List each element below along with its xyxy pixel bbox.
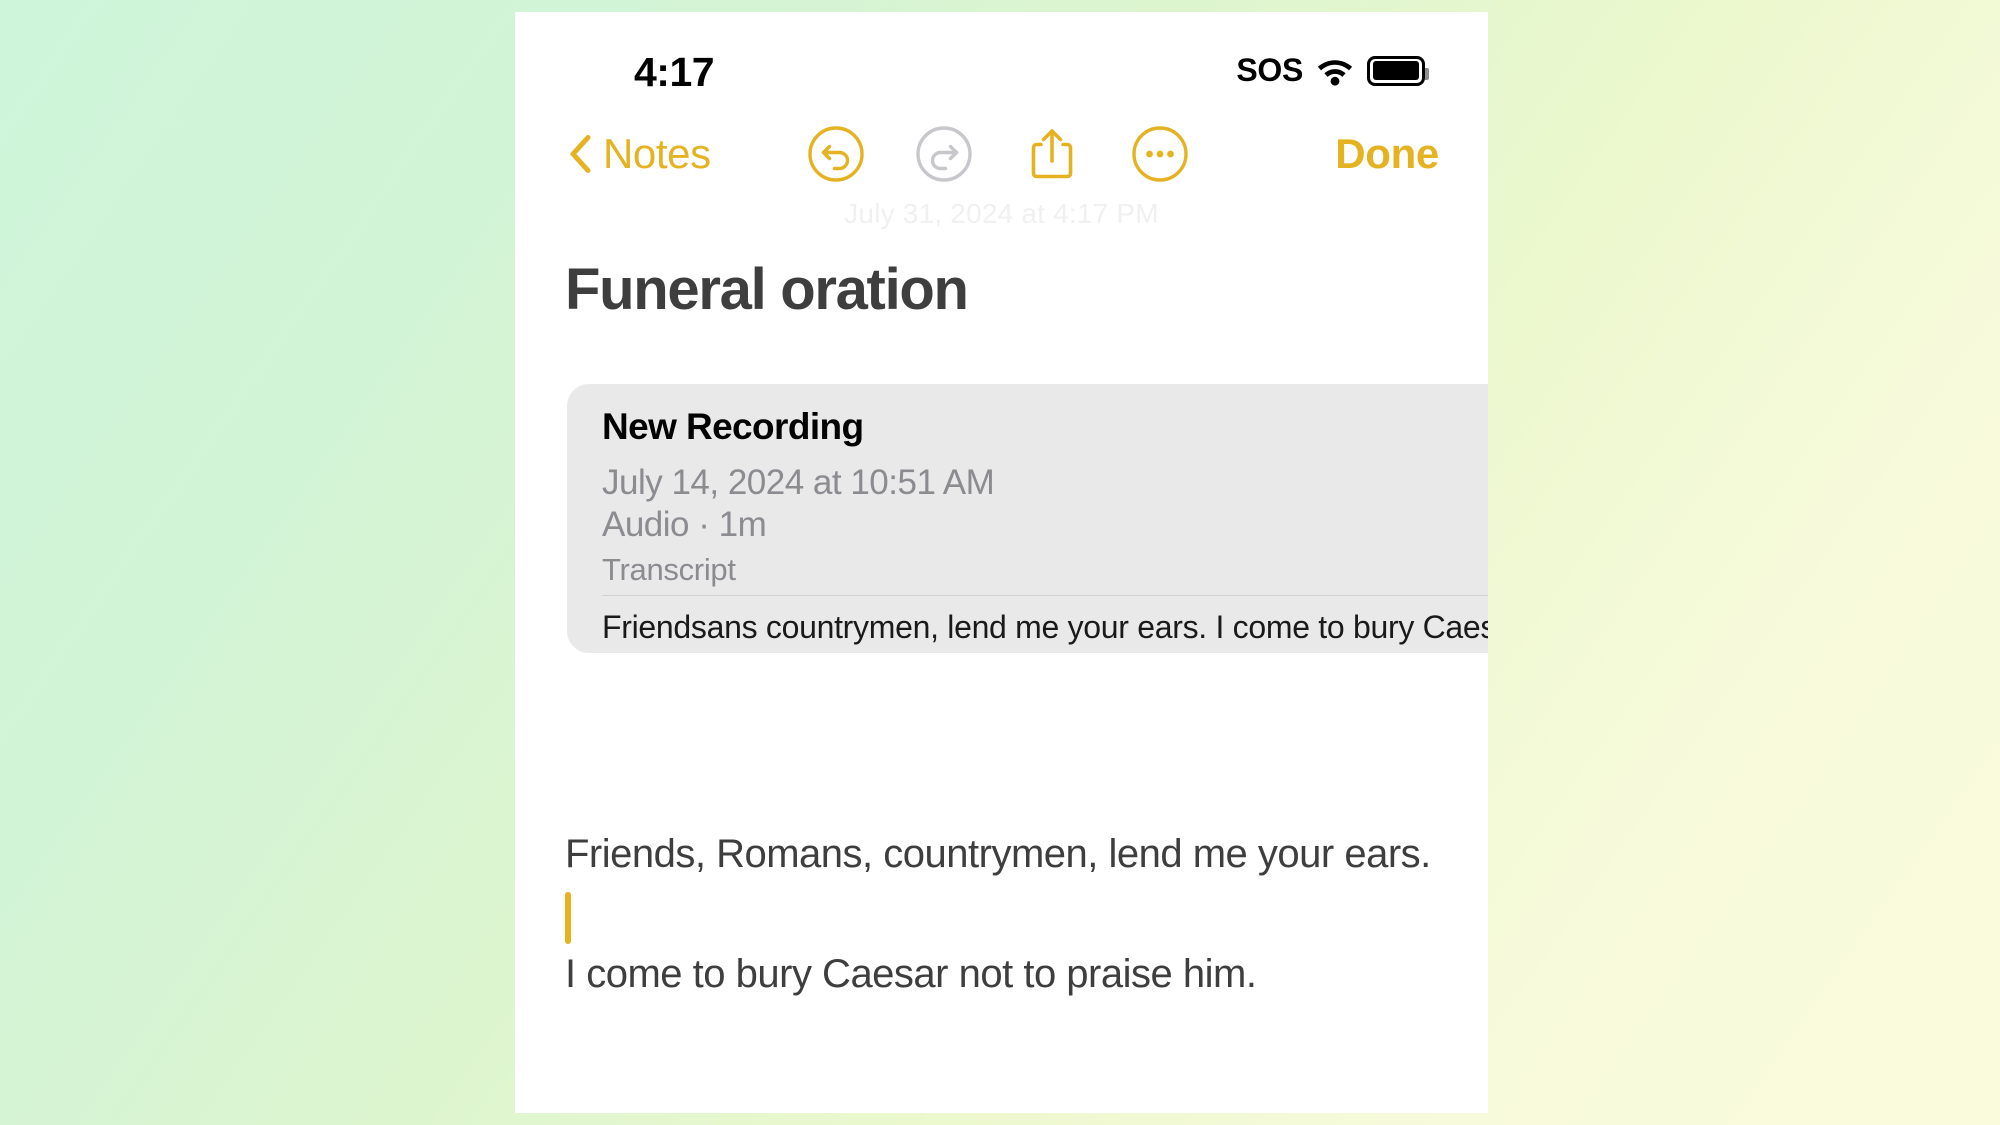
phone-screen: 4:17 SOS July 31, 2024 at 4:17 PM Notes … (515, 12, 1488, 1113)
note-ghost-date: July 31, 2024 at 4:17 PM (844, 198, 1159, 229)
recording-date: July 14, 2024 at 10:51 AM (602, 463, 995, 502)
recording-meta: Audio · 1m (602, 505, 767, 544)
note-title[interactable]: Funeral oration (565, 256, 969, 323)
wifi-icon (1316, 56, 1354, 86)
recording-title: New Recording (602, 406, 864, 447)
battery-icon (1367, 55, 1429, 86)
status-bar-time: 4:17 (634, 49, 715, 95)
navigation-bar: Notes Done (515, 110, 1488, 198)
chevron-left-icon (567, 134, 593, 174)
note-paragraph-1: Friends, Romans, countrymen, lend me you… (565, 832, 1431, 876)
note-body[interactable]: Friends, Romans, countrymen, lend me you… (565, 824, 1445, 1004)
undo-icon[interactable] (807, 125, 865, 183)
ellipsis-circle-icon[interactable] (1131, 125, 1189, 183)
back-button-label: Notes (603, 130, 711, 177)
battery-fill (1373, 61, 1419, 80)
share-icon[interactable] (1023, 125, 1081, 183)
status-bar: 4:17 SOS (515, 12, 1488, 110)
done-button[interactable]: Done (1335, 130, 1439, 178)
back-to-notes-button[interactable]: Notes (567, 130, 711, 178)
transcript-divider (602, 595, 1488, 596)
recording-card[interactable]: New Recording July 14, 2024 at 10:51 AM … (567, 384, 1488, 653)
sos-label: SOS (1236, 52, 1303, 88)
text-cursor (565, 892, 571, 944)
status-bar-indicators: SOS (1236, 52, 1429, 89)
note-paragraph-2: I come to bury Caesar not to praise him. (565, 952, 1257, 996)
note-caret-line (565, 884, 1445, 944)
nav-tool-group (807, 125, 1189, 183)
transcript-label: Transcript (602, 552, 736, 587)
transcript-text[interactable]: Friendsans countrymen, lend me your ears… (602, 606, 1488, 653)
redo-icon (915, 125, 973, 183)
